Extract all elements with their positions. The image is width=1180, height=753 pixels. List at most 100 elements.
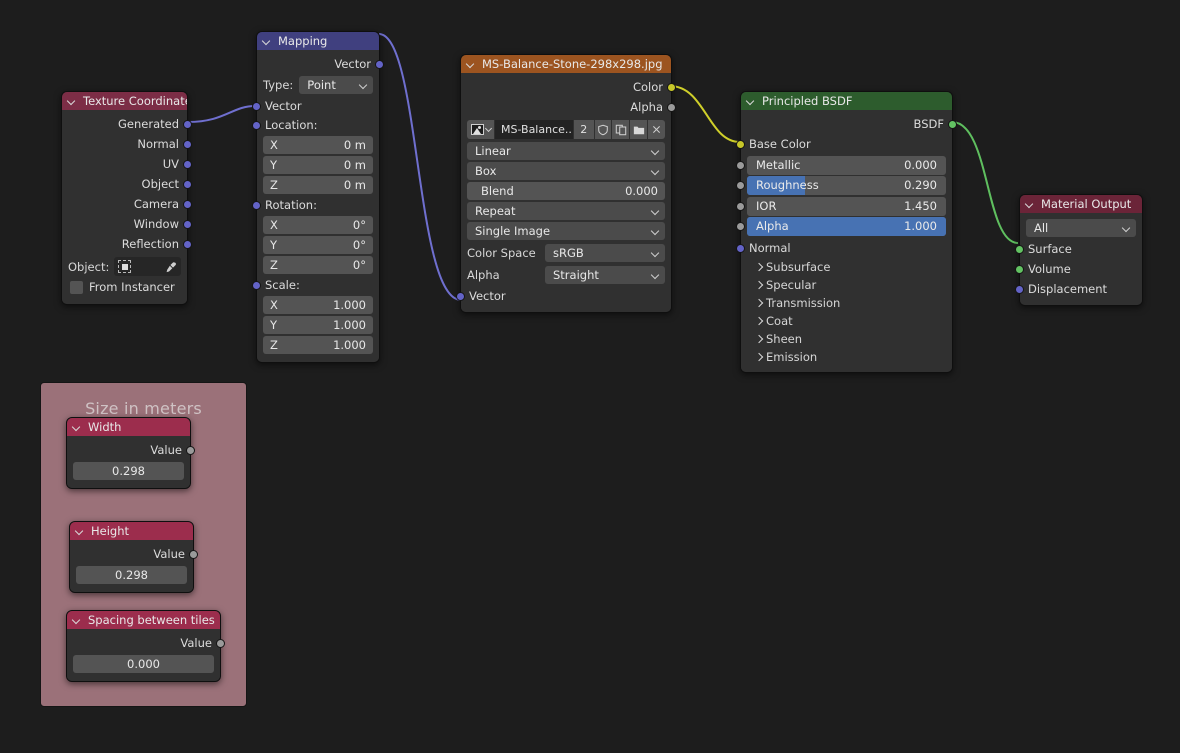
from-instancer-row[interactable]: From Instancer — [70, 280, 179, 294]
socket-out-value[interactable] — [216, 639, 225, 648]
socket-out-bsdf[interactable] — [948, 120, 957, 129]
node-value-spacing[interactable]: Spacing between tiles Value 0.000 — [66, 610, 225, 682]
user-count-badge[interactable]: 2 — [574, 120, 594, 139]
socket-in-rotation[interactable] — [252, 201, 261, 210]
rotation-x-field[interactable]: X 0° — [263, 216, 373, 234]
node-editor-canvas[interactable]: Size in meters Width Value 0.298 Height … — [0, 0, 1180, 753]
socket-in-roughness[interactable] — [736, 181, 745, 190]
location-x-field[interactable]: X 0 m — [263, 136, 373, 154]
socket-in-ior[interactable] — [736, 201, 745, 211]
alpha-slider[interactable]: Alpha 1.000 — [747, 217, 946, 236]
scale-z-field[interactable]: Z 1.000 — [263, 336, 373, 354]
metallic-slider[interactable]: Metallic 0.000 — [747, 155, 946, 175]
scale-y-field[interactable]: Y 1.000 — [263, 316, 373, 334]
node-header-width[interactable]: Width — [67, 418, 190, 436]
value-field-spacing[interactable]: 0.000 — [73, 655, 214, 673]
new-copy-icon[interactable] — [612, 120, 630, 139]
object-picker[interactable] — [114, 257, 181, 276]
location-z-field[interactable]: Z 0 m — [263, 176, 373, 194]
socket-in-normal[interactable] — [736, 243, 745, 253]
object-field-row[interactable]: Object: — [68, 257, 181, 276]
collapse-chevron-icon[interactable] — [1026, 200, 1035, 209]
from-instancer-checkbox[interactable] — [70, 280, 83, 294]
socket-in-location[interactable] — [252, 121, 261, 130]
scale-x-field[interactable]: X 1.000 — [263, 296, 373, 314]
socket-out-alpha[interactable] — [667, 103, 676, 112]
node-value-height[interactable]: Height Value 0.298 — [69, 521, 198, 593]
socket-out-reflection[interactable] — [183, 240, 192, 249]
collapse-chevron-icon[interactable] — [76, 527, 85, 536]
node-header-spacing[interactable]: Spacing between tiles — [67, 611, 220, 629]
socket-in-scale[interactable] — [252, 281, 261, 290]
alpha-mode-row[interactable]: Alpha Straight — [467, 266, 665, 284]
socket-in-alpha[interactable] — [736, 222, 745, 231]
panel-subsurface[interactable]: Subsurface — [741, 258, 952, 276]
node-principled-bsdf[interactable]: Principled BSDF BSDF Base Color Metallic… — [736, 91, 957, 373]
source-dropdown[interactable]: Single Image — [467, 222, 665, 240]
value-field-height[interactable]: 0.298 — [76, 566, 187, 584]
open-folder-icon[interactable] — [630, 120, 648, 139]
socket-in-base-color[interactable] — [736, 140, 745, 149]
node-mapping[interactable]: Mapping Vector Type: Point Vector Locati… — [252, 31, 384, 363]
node-texture-coordinate[interactable]: Texture Coordinate Generated Normal UV O… — [61, 91, 192, 305]
alpha-mode-dropdown[interactable]: Straight — [545, 266, 665, 284]
collapse-chevron-icon[interactable] — [467, 60, 476, 69]
socket-out-camera[interactable] — [183, 200, 192, 209]
color-space-dropdown[interactable]: sRGB — [545, 244, 665, 262]
panel-sheen[interactable]: Sheen — [741, 330, 952, 348]
collapse-chevron-icon[interactable] — [263, 37, 272, 46]
type-row[interactable]: Type: Point — [263, 76, 373, 94]
collapse-chevron-icon[interactable] — [68, 97, 77, 106]
panel-transmission[interactable]: Transmission — [741, 294, 952, 312]
node-material-output[interactable]: Material Output All Surface Volume Displ… — [1015, 194, 1143, 306]
socket-in-vector[interactable] — [252, 102, 261, 111]
image-datablock-toolbar[interactable]: MS-Balance... 2 — [467, 120, 665, 139]
socket-out-object[interactable] — [183, 180, 192, 189]
node-image-texture[interactable]: MS-Balance-Stone-298x298.jpg Color Alpha — [456, 54, 676, 313]
fake-user-shield-icon[interactable] — [594, 120, 612, 139]
socket-out-value[interactable] — [189, 550, 198, 559]
rotation-z-field[interactable]: Z 0° — [263, 256, 373, 274]
type-dropdown[interactable]: Point — [299, 76, 373, 94]
eyedropper-icon[interactable] — [165, 261, 177, 273]
node-header-texture-coordinate[interactable]: Texture Coordinate — [62, 92, 187, 110]
target-dropdown[interactable]: All — [1026, 219, 1136, 237]
socket-in-vector[interactable] — [456, 292, 465, 301]
socket-out-generated[interactable] — [183, 120, 192, 129]
node-value-width[interactable]: Width Value 0.298 — [66, 417, 195, 489]
socket-in-displacement[interactable] — [1015, 285, 1024, 294]
panel-coat[interactable]: Coat — [741, 312, 952, 330]
node-header-height[interactable]: Height — [70, 522, 193, 540]
color-space-row[interactable]: Color Space sRGB — [467, 244, 665, 262]
image-name-field[interactable]: MS-Balance... — [494, 120, 574, 139]
socket-out-uv[interactable] — [183, 160, 192, 169]
socket-out-window[interactable] — [183, 220, 192, 229]
collapse-chevron-icon[interactable] — [747, 97, 756, 106]
projection-dropdown[interactable]: Box — [467, 162, 665, 180]
socket-out-vector[interactable] — [375, 60, 384, 69]
node-header-material-output[interactable]: Material Output — [1020, 195, 1142, 213]
panel-specular[interactable]: Specular — [741, 276, 952, 294]
socket-in-surface[interactable] — [1015, 245, 1024, 254]
blend-field[interactable]: Blend 0.000 — [467, 182, 665, 200]
rotation-y-field[interactable]: Y 0° — [263, 236, 373, 254]
socket-out-normal[interactable] — [183, 140, 192, 149]
collapse-chevron-icon[interactable] — [73, 616, 82, 625]
interpolation-dropdown[interactable]: Linear — [467, 142, 665, 160]
value-field-width[interactable]: 0.298 — [73, 462, 184, 480]
panel-emission[interactable]: Emission — [741, 348, 952, 366]
roughness-slider[interactable]: Roughness 0.290 — [747, 176, 946, 195]
node-header-mapping[interactable]: Mapping — [257, 32, 379, 50]
location-y-field[interactable]: Y 0 m — [263, 156, 373, 174]
node-header-principled-bsdf[interactable]: Principled BSDF — [741, 92, 952, 110]
ior-slider[interactable]: IOR 1.450 — [747, 196, 946, 216]
image-browse-icon[interactable] — [467, 120, 494, 139]
unlink-x-icon[interactable] — [648, 120, 665, 139]
socket-in-volume[interactable] — [1015, 265, 1024, 274]
socket-out-color[interactable] — [667, 83, 676, 92]
socket-out-value[interactable] — [186, 446, 195, 455]
extension-dropdown[interactable]: Repeat — [467, 202, 665, 220]
socket-in-metallic[interactable] — [736, 160, 745, 170]
node-header-image-texture[interactable]: MS-Balance-Stone-298x298.jpg — [461, 55, 671, 73]
collapse-chevron-icon[interactable] — [73, 423, 82, 432]
